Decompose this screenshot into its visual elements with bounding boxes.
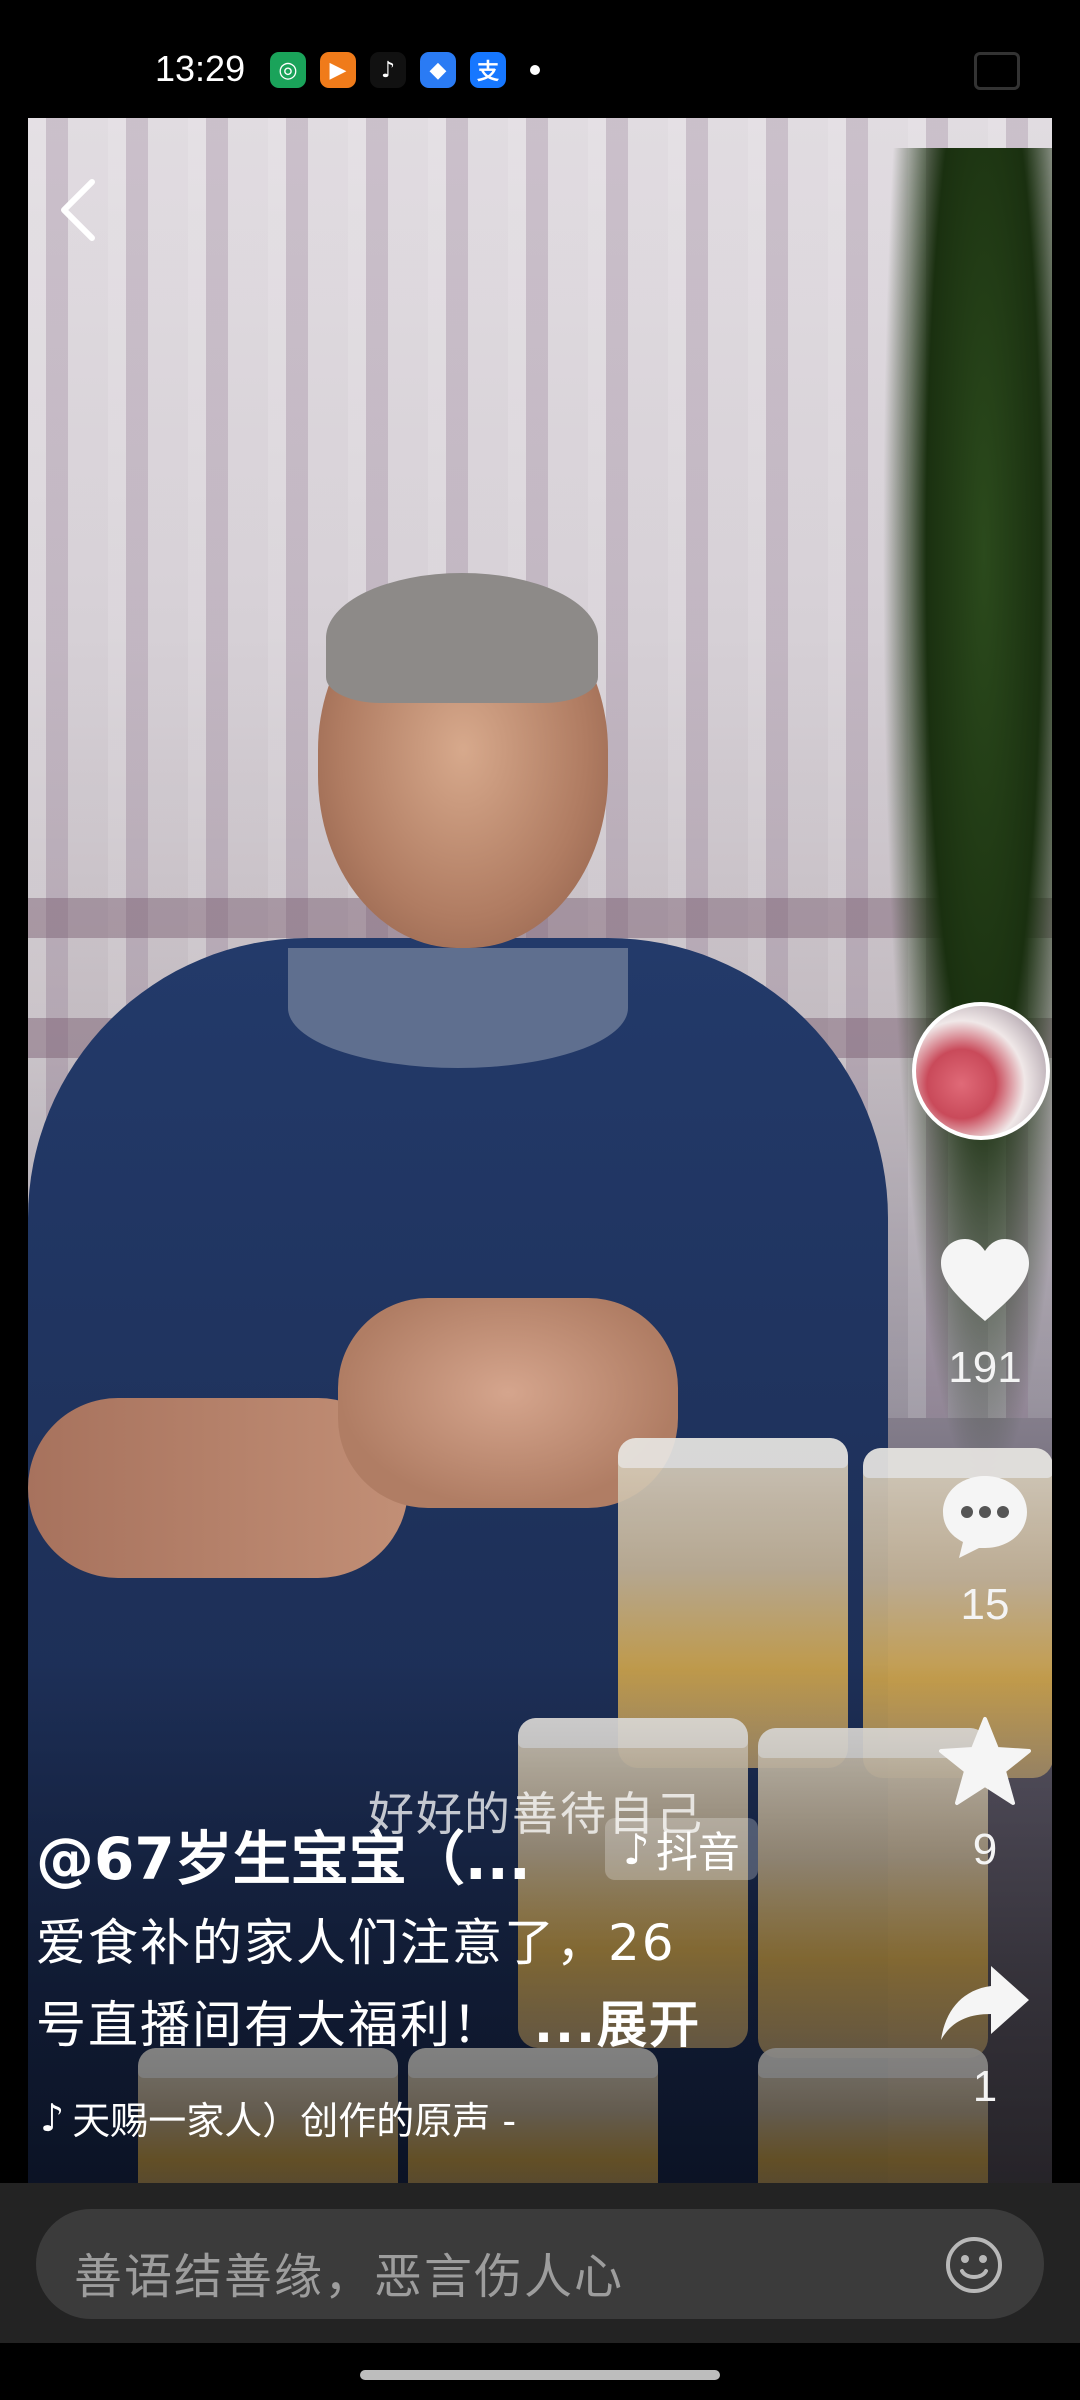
shirt-collar: [288, 948, 628, 1068]
share-button[interactable]: 1: [930, 1960, 1040, 2112]
comment-input[interactable]: 善语结善缘，恶言伤人心: [36, 2209, 1044, 2319]
home-indicator[interactable]: [360, 2370, 720, 2380]
post-description: 爱食补的家人们注意了，26 号直播间有大福利！ ...展开: [36, 1902, 756, 2066]
battery-icon: [974, 52, 1020, 90]
heart-icon: [941, 1239, 1029, 1321]
author-avatar[interactable]: [912, 1002, 1050, 1140]
like-count: 191: [948, 1343, 1022, 1392]
status-bar: 13:29 ◎ ▶ ♪ ◆ 支: [0, 0, 1080, 118]
comment-count: 15: [960, 1580, 1010, 1629]
expand-link[interactable]: ...展开: [534, 1996, 701, 2054]
description-line-2-text: 号直播间有大福利！: [36, 1996, 504, 2054]
emoji-icon[interactable]: [944, 2235, 1004, 2295]
status-time: 13:29: [155, 48, 246, 89]
person-hair: [326, 573, 598, 703]
badge-label: 抖音: [655, 1827, 740, 1877]
comment-placeholder: 善语结善缘，恶言伤人心: [74, 2249, 625, 2305]
comment-bubble-icon: [943, 1476, 1027, 1558]
favorite-button[interactable]: 9: [930, 1715, 1040, 1875]
comment-bar: 善语结善缘，恶言伤人心: [0, 2183, 1080, 2343]
chevron-left-icon: [61, 179, 95, 241]
music-info[interactable]: ♪ 天赐一家人）创作的原声 -: [40, 2090, 516, 2145]
description-line-2: 号直播间有大福利！ ...展开: [36, 1984, 756, 2066]
blue-app-icon: ◆: [420, 52, 456, 88]
favorite-count: 9: [972, 1825, 998, 1874]
douyin-badge: ♪ 抖音: [605, 1818, 758, 1880]
orange-play-app-icon: ▶: [320, 52, 356, 88]
douyin-logo-icon: ♪: [623, 1824, 650, 1874]
green-app-icon: ◎: [270, 52, 306, 88]
star-icon: [939, 1717, 1031, 1805]
share-arrow-icon: [941, 1966, 1029, 2040]
alipay-app-icon: 支: [470, 52, 506, 88]
video-screen: 13:29 ◎ ▶ ♪ ◆ 支 好好的善待自己 191 15 9 1 @67岁生…: [0, 0, 1080, 2400]
comment-button[interactable]: 15: [930, 1470, 1040, 1630]
music-note-icon: ♪: [40, 2095, 65, 2140]
author-name[interactable]: @67岁生宝宝（...: [36, 1812, 531, 1896]
music-title: 天赐一家人）创作的原声 -: [72, 2099, 517, 2143]
like-button[interactable]: 191: [930, 1235, 1040, 1393]
share-count: 1: [972, 2062, 998, 2111]
douyin-app-icon: ♪: [370, 52, 406, 88]
more-notifications-dot: [530, 65, 540, 75]
notification-icons: ◎ ▶ ♪ ◆ 支: [270, 50, 540, 90]
back-button[interactable]: [48, 170, 108, 250]
description-line-1: 爱食补的家人们注意了，26: [36, 1914, 676, 1972]
